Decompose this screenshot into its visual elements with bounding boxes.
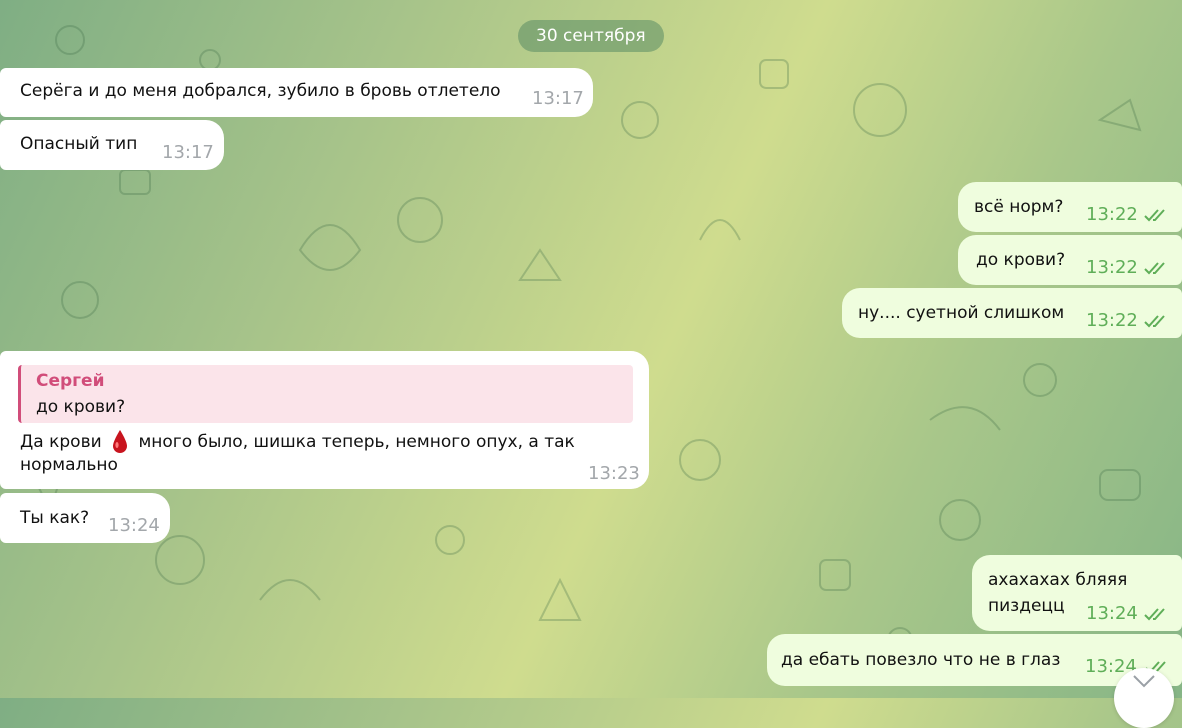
message-time: 13:17 [162, 142, 214, 163]
message-text: да ебать повезло что не в глаз [781, 650, 1061, 670]
scroll-down-button[interactable] [1114, 668, 1174, 728]
message-incoming-reply[interactable]: Сергей до крови? Да крови много было, ши… [0, 351, 649, 489]
message-time: 13:22 [1086, 257, 1138, 278]
message-time: 13:24 [1086, 603, 1138, 624]
message-text: Серёга и до меня добрался, зубило в бров… [20, 81, 501, 101]
message-outgoing[interactable]: ну.... суетной слишком 13:22 [842, 288, 1182, 338]
message-incoming[interactable]: Опасный тип 13:17 [0, 120, 224, 170]
message-incoming[interactable]: Ты как? 13:24 [0, 493, 170, 543]
read-checkmarks-icon [1144, 262, 1165, 275]
message-text-line-2: пиздецц [988, 596, 1065, 616]
message-incoming[interactable]: Серёга и до меня добрался, зубило в бров… [0, 68, 593, 117]
message-text-line-2: нормально [20, 455, 118, 475]
message-time: 13:23 [588, 463, 640, 484]
message-outgoing[interactable]: всё норм? 13:22 [958, 182, 1182, 232]
read-checkmarks-icon [1144, 315, 1165, 328]
message-time: 13:17 [532, 88, 584, 109]
message-outgoing[interactable]: до крови? 13:22 [958, 235, 1182, 285]
message-text-part: Да крови [20, 432, 102, 452]
message-text: всё норм? [974, 197, 1064, 217]
message-outgoing[interactable]: ахахахах бляяя пиздецц 13:24 [972, 555, 1182, 631]
date-separator: 30 сентября [518, 20, 664, 52]
message-text-part: много было, шишка теперь, немного опух, … [138, 432, 575, 452]
chevron-down-icon [1133, 675, 1155, 688]
message-text: Опасный тип [20, 134, 138, 154]
message-time: 13:22 [1086, 204, 1138, 225]
message-text: Ты как? [20, 508, 90, 528]
drop-of-blood-icon [113, 430, 128, 453]
read-checkmarks-icon [1144, 608, 1165, 621]
message-time: 13:24 [108, 515, 160, 536]
reply-text: до крови? [36, 397, 126, 417]
message-text-line-1: Да крови много было, шишка теперь, немно… [20, 429, 575, 455]
reply-author: Сергей [36, 371, 105, 391]
message-text-line-1: ахахахах бляяя [988, 570, 1128, 590]
read-checkmarks-icon [1144, 209, 1165, 222]
message-time: 13:22 [1086, 310, 1138, 331]
reply-quote[interactable]: Сергей до крови? [18, 365, 633, 423]
message-text: до крови? [976, 250, 1066, 270]
message-text: ну.... суетной слишком [858, 303, 1065, 323]
